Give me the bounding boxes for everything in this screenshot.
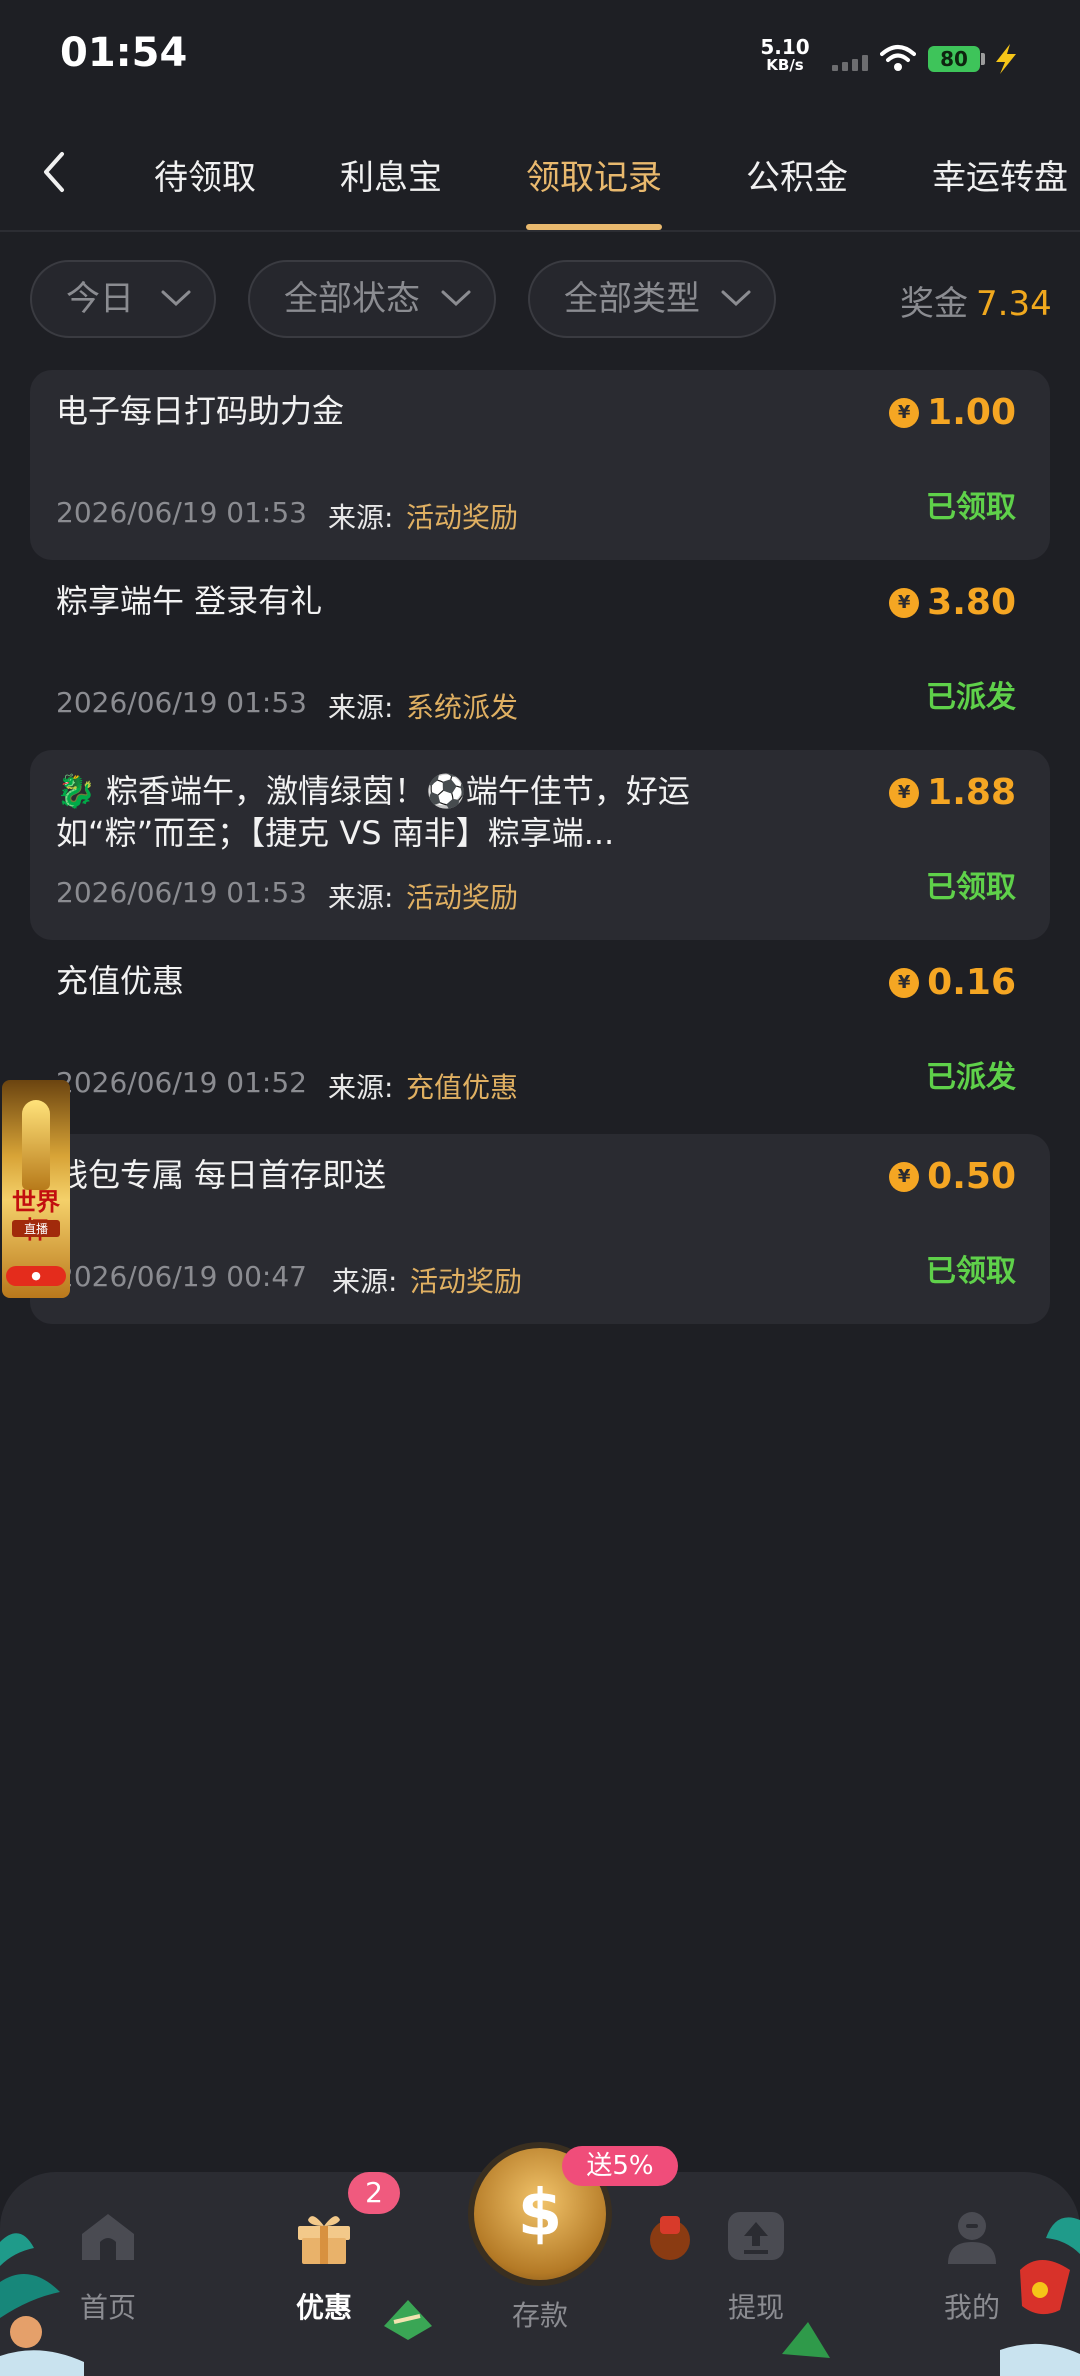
yuan-coin-icon: ¥ [889,967,920,998]
record-amount: ¥0.16 [889,962,1016,1003]
tab-pending[interactable]: 待领取 [154,150,256,199]
charging-icon [996,44,1016,74]
record-datetime: 2026/06/19 01:53 [56,686,307,719]
record-source-label: 来源: [328,1071,394,1104]
record-source-label: 来源: [328,881,394,914]
record-title: 粽享端午 登录有礼 [56,582,323,620]
record-source: 活动奖励 [406,881,519,914]
home-icon [82,2214,134,2260]
chevron-down-icon [161,290,191,307]
status-bar: 01:54 5.10 KB/s 80 [0,0,1080,120]
back-arrow-icon[interactable] [30,142,80,202]
record-amount: ¥1.00 [889,392,1016,433]
lantern-decoration-icon [650,2216,690,2260]
nav-deposit[interactable]: 存款 [460,2294,620,2334]
record-source: 系统派发 [406,691,519,724]
record-amount: ¥0.50 [889,1156,1016,1197]
deposit-bonus-tag: 送5% [562,2146,678,2186]
record-item[interactable]: 充值优惠 ¥0.16 已派发 2026/06/19 01:52 来源: 充值优惠 [30,940,1050,1130]
type-filter-dropdown[interactable]: 全部类型 [528,260,776,338]
banner-subtitle: 直播 [12,1220,60,1237]
nav-deposit-label: 存款 [511,2299,568,2332]
banner-button: ● [6,1266,66,1286]
active-tab-indicator [526,224,662,230]
wifi-icon [880,45,916,71]
record-status: 已派发 [926,1060,1016,1095]
top-tab-bar: 待领取 利息宝 领取记录 公积金 幸运转盘 [0,120,1080,232]
record-source-label: 来源: [332,1265,398,1298]
network-speed-unit: KB/s [766,56,804,74]
trophy-icon [22,1100,50,1190]
tab-lucky-wheel[interactable]: 幸运转盘 [932,150,1068,199]
world-cup-float-banner[interactable]: 世界杯 直播 ● [2,1080,70,1298]
chevron-down-icon [441,290,471,307]
record-datetime: 2026/06/19 00:47 [56,1260,307,1293]
record-status: 已派发 [926,680,1016,715]
record-status: 已领取 [926,1254,1016,1289]
water-wave-decoration [0,2346,1080,2376]
type-filter-label: 全部类型 [564,279,700,319]
battery-tip [981,53,985,65]
bonus-total: 奖金 7.34 [900,276,1052,325]
record-source: 充值优惠 [406,1071,519,1104]
record-title: 电子每日打码助力金 [56,392,345,430]
status-time: 01:54 [60,30,188,76]
withdraw-upload-icon [728,2212,784,2260]
date-filter-dropdown[interactable]: 今日 [30,260,216,338]
chevron-down-icon [721,290,751,307]
record-status: 已领取 [926,870,1016,905]
record-item[interactable]: 钱包专属 每日首存即送 ¥0.50 已领取 2026/06/19 00:47 来… [30,1134,1050,1324]
tab-provident-fund[interactable]: 公积金 [746,150,848,199]
signal-icon [832,55,870,71]
record-item[interactable]: 粽享端午 登录有礼 ¥3.80 已派发 2026/06/19 01:53 来源:… [30,560,1050,750]
record-source-label: 来源: [328,691,394,724]
gift-icon [298,2216,350,2264]
record-status: 已领取 [926,490,1016,525]
user-profile-icon [948,2212,996,2264]
record-source: 活动奖励 [406,501,519,534]
yuan-coin-icon: ¥ [889,777,920,808]
record-title: 充值优惠 [56,962,185,1000]
record-datetime: 2026/06/19 01:53 [56,496,307,529]
tab-interest[interactable]: 利息宝 [340,150,442,199]
nav-withdraw[interactable]: 提现 [676,2204,836,2326]
bonus-amount: 7.34 [976,284,1052,324]
yuan-coin-icon: ¥ [889,397,920,428]
record-amount: ¥3.80 [889,582,1016,623]
battery-icon: 80 [928,46,980,72]
record-datetime: 2026/06/19 01:52 [56,1066,307,1099]
date-filter-label: 今日 [66,279,134,319]
record-item[interactable]: 🐉 粽香端午，激情绿茵！⚽端午佳节，好运如“粽”而至；【捷克 VS 南非】粽享端… [30,750,1050,940]
record-source: 活动奖励 [410,1265,523,1298]
record-amount: ¥1.88 [889,772,1016,813]
network-speed: 5.10 KB/s [760,35,810,74]
record-title: 🐉 粽香端午，激情绿茵！⚽端午佳节，好运如“粽”而至；【捷克 VS 南非】粽享端… [56,772,690,852]
yuan-coin-icon: ¥ [889,587,920,618]
record-datetime: 2026/06/19 01:53 [56,876,307,909]
record-source-label: 来源: [328,501,394,534]
promo-count-badge: 2 [348,2172,400,2214]
bonus-label: 奖金 [900,284,968,324]
network-speed-value: 5.10 [760,35,810,59]
zongzi-decoration-icon [384,2300,432,2340]
tab-claim-records[interactable]: 领取记录 [526,150,662,199]
record-title: 钱包专属 每日首存即送 [56,1156,387,1194]
record-item[interactable]: 电子每日打码助力金 ¥1.00 已领取 2026/06/19 01:53 来源:… [30,370,1050,560]
status-filter-dropdown[interactable]: 全部状态 [248,260,496,338]
status-filter-label: 全部状态 [284,279,420,319]
yuan-coin-icon: ¥ [889,1161,920,1192]
